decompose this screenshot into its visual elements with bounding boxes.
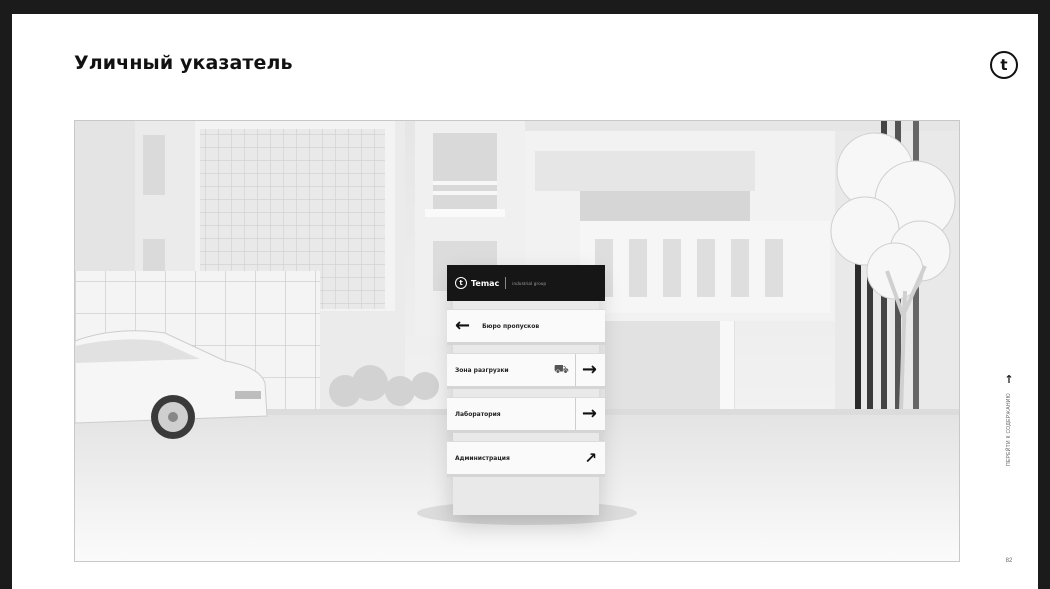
sign-panel-administration: Администрация ↗ [447,441,605,477]
brand-logo-icon: t [990,51,1018,79]
sign-arrow-box: → [574,354,597,386]
sign-panel-laboratory: Лаборатория → [447,397,605,433]
page-title: Уличный указатель [74,52,293,74]
wayfinding-sign: t Temac industrial group ← Бюро пропуско… [447,265,605,515]
arrow-left-icon: ← [455,315,471,336]
street-scene-image: t Temac industrial group ← Бюро пропуско… [74,120,960,562]
truck-icon: ⛟ [553,362,569,376]
back-to-contents-link[interactable]: ↑ ПЕРЕЙТИ К СОДЕРЖАНИЮ 82 [1002,374,1016,564]
arrow-right-icon: → [581,359,597,380]
arrow-right-icon: → [581,403,597,424]
arrow-up-right-icon: ↗ [584,448,597,467]
sign-panel-label: Лаборатория [455,410,501,418]
sign-brand: Temac [471,278,500,288]
sign-panel-pass-office: ← Бюро пропусков [447,309,605,345]
sign-panel-unloading-zone: Зона разгрузки ⛟ → [447,353,605,389]
sign-header: t Temac industrial group [447,265,605,301]
back-to-contents-label[interactable]: ПЕРЕЙТИ К СОДЕРЖАНИЮ [1006,393,1012,466]
page-number: 82 [1005,558,1013,564]
sign-panel-label: Бюро пропусков [482,322,540,330]
sign-body [453,265,599,515]
sign-logo-icon: t [455,277,467,289]
sign-panel-label: Зона разгрузки [455,366,509,374]
slide-page: Уличный указатель t t Temac industrial g… [12,14,1038,589]
arrow-up-icon[interactable]: ↑ [1004,374,1013,385]
sign-arrow-box: → [574,398,597,430]
sign-brand-sub: industrial group [512,280,547,286]
sign-panel-label: Администрация [455,454,510,462]
sign-divider [505,277,507,289]
